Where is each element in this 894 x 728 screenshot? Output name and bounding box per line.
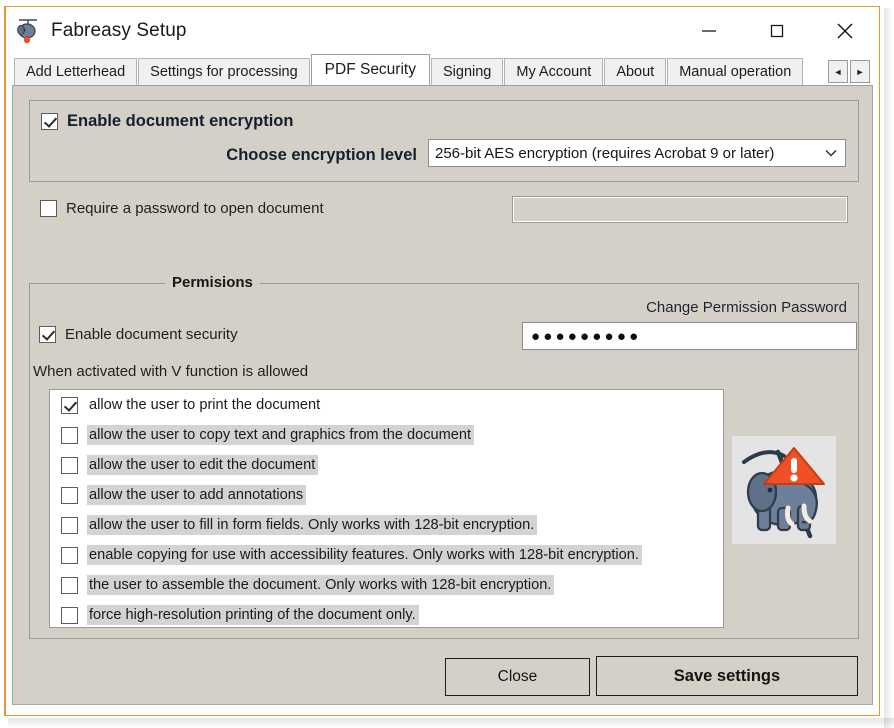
elephant-logo-icon: [15, 16, 41, 46]
permission-item-print[interactable]: allow the user to print the document: [50, 390, 723, 420]
enable-document-security-row[interactable]: Enable document security: [39, 326, 238, 343]
permission-password-value: ●●●●●●●●●: [531, 328, 642, 345]
change-permission-password-label: Change Permission Password: [646, 299, 847, 316]
permissions-list[interactable]: allow the user to print the document all…: [49, 389, 724, 628]
permission-item-accessibility[interactable]: enable copying for use with accessibilit…: [50, 540, 723, 570]
window-title: Fabreasy Setup: [51, 19, 187, 41]
permissions-group-legend: Permisions: [165, 274, 260, 291]
permission-copy-checkbox[interactable]: [61, 426, 78, 444]
permission-print-label: allow the user to print the document: [89, 397, 321, 413]
tab-scroll-right-icon[interactable]: ►: [850, 60, 870, 83]
permission-password-input[interactable]: ●●●●●●●●●: [522, 322, 857, 350]
permission-item-annotations[interactable]: allow the user to add annotations: [50, 480, 723, 510]
tab-manual-operation[interactable]: Manual operation: [667, 58, 804, 85]
tab-pdf-security[interactable]: PDF Security: [310, 54, 430, 85]
permission-annotations-checkbox[interactable]: [61, 486, 78, 504]
window-controls: [675, 7, 879, 54]
window-shadow-bottom: [8, 718, 894, 728]
encryption-level-select[interactable]: 256-bit AES encryption (requires Acrobat…: [428, 139, 846, 167]
permission-item-form-fields[interactable]: allow the user to fill in form fields. O…: [50, 510, 723, 540]
permission-item-high-res-print[interactable]: force high-resolution printing of the do…: [50, 600, 723, 627]
enable-document-encryption-row[interactable]: Enable document encryption: [41, 112, 293, 131]
require-open-password-label: Require a password to open document: [66, 200, 324, 217]
permission-form-fields-label: allow the user to fill in form fields. O…: [87, 515, 538, 535]
encryption-group: Enable document encryption Choose encryp…: [29, 100, 859, 182]
tab-signing[interactable]: Signing: [430, 58, 504, 85]
permission-form-fields-checkbox[interactable]: [61, 516, 78, 534]
close-button-footer[interactable]: Close: [445, 658, 590, 696]
permission-copy-label: allow the user to copy text and graphics…: [87, 425, 475, 445]
pdf-security-panel: Enable document encryption Choose encryp…: [12, 85, 873, 705]
setup-window: Fabreasy Setup Add Letterhead Settings f…: [4, 6, 880, 716]
enable-document-security-label: Enable document security: [65, 326, 238, 343]
permission-high-res-print-checkbox[interactable]: [61, 606, 78, 624]
permission-annotations-label: allow the user to add annotations: [87, 485, 307, 505]
enable-document-security-checkbox[interactable]: [39, 326, 56, 343]
enable-document-encryption-checkbox[interactable]: [41, 113, 58, 130]
permission-assemble-checkbox[interactable]: [61, 576, 78, 594]
permission-edit-checkbox[interactable]: [61, 456, 78, 474]
permission-item-copy[interactable]: allow the user to copy text and graphics…: [50, 420, 723, 450]
window-shadow-right: [884, 8, 894, 728]
save-settings-button[interactable]: Save settings: [596, 656, 858, 696]
permission-assemble-label: the user to assemble the document. Only …: [87, 575, 555, 595]
choose-encryption-level-label: Choose encryption level: [226, 146, 417, 164]
tab-scroll-left-icon[interactable]: ◄: [828, 60, 848, 83]
open-password-input[interactable]: [512, 196, 848, 223]
tab-about[interactable]: About: [604, 58, 667, 85]
permission-print-checkbox[interactable]: [61, 396, 78, 414]
chevron-down-icon[interactable]: [817, 148, 845, 158]
encryption-level-value: 256-bit AES encryption (requires Acrobat…: [435, 144, 775, 162]
maximize-button[interactable]: [743, 7, 811, 54]
permission-item-assemble[interactable]: the user to assemble the document. Only …: [50, 570, 723, 600]
tab-scroll-controls: ◄ ►: [828, 60, 870, 83]
require-open-password-checkbox[interactable]: [40, 200, 57, 217]
tab-add-letterhead[interactable]: Add Letterhead: [14, 58, 138, 85]
tab-bar: Add Letterhead Settings for processing P…: [6, 54, 879, 85]
close-button[interactable]: [811, 7, 879, 54]
tab-settings-for-processing[interactable]: Settings for processing: [138, 58, 310, 85]
permissions-hint: When activated with V function is allowe…: [33, 363, 309, 380]
permissions-group: Permisions Change Permission Password ●●…: [29, 274, 859, 639]
tab-my-account[interactable]: My Account: [504, 58, 604, 85]
permission-high-res-print-label: force high-resolution printing of the do…: [87, 605, 419, 625]
permission-item-edit[interactable]: allow the user to edit the document: [50, 450, 723, 480]
app-root: Fabreasy Setup Add Letterhead Settings f…: [0, 0, 894, 728]
title-bar: Fabreasy Setup: [6, 7, 879, 54]
permission-edit-label: allow the user to edit the document: [87, 455, 319, 475]
enable-document-encryption-label: Enable document encryption: [67, 112, 294, 130]
elephant-warning-mascot: [732, 436, 836, 544]
permission-accessibility-label: enable copying for use with accessibilit…: [87, 545, 642, 565]
require-open-password-row[interactable]: Require a password to open document: [40, 200, 324, 217]
minimize-button[interactable]: [675, 7, 743, 54]
permission-accessibility-checkbox[interactable]: [61, 546, 78, 564]
